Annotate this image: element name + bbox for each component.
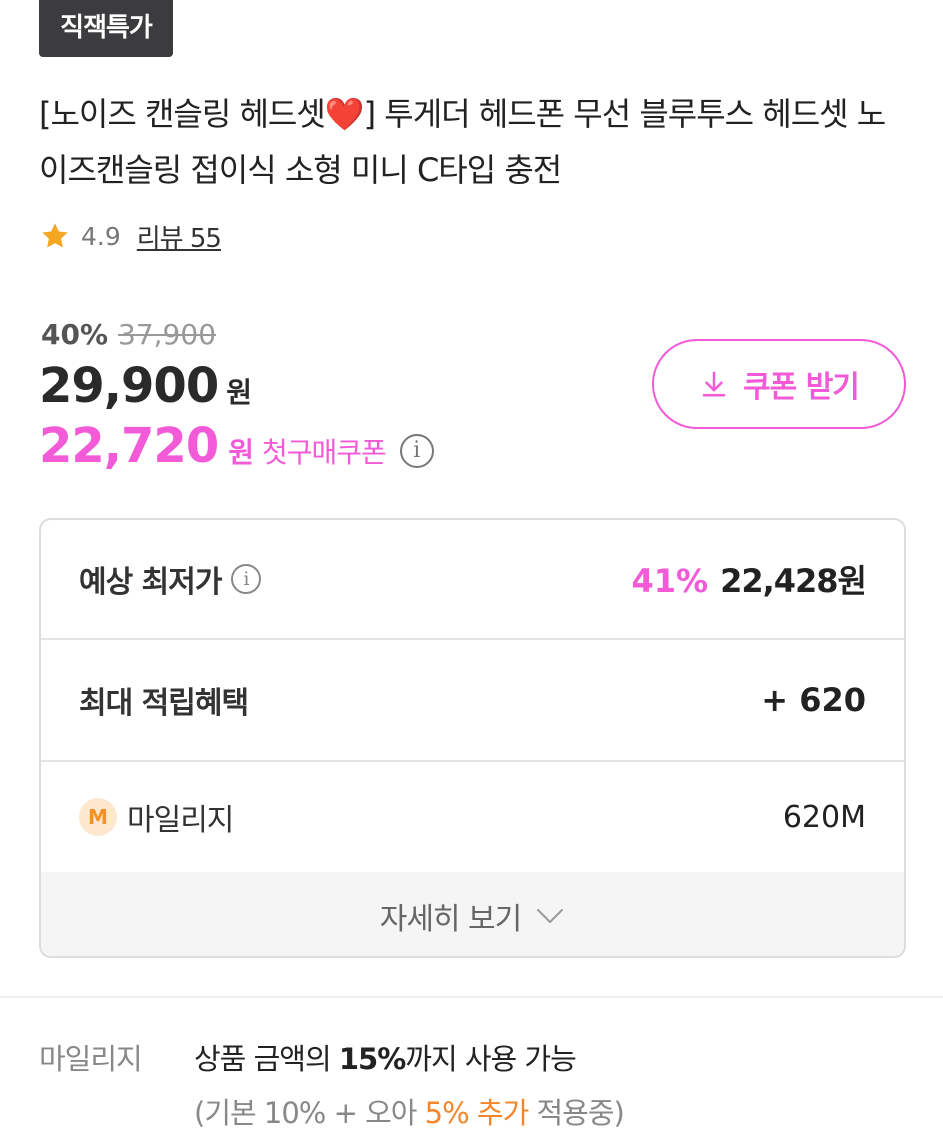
rating-score: 4.9 xyxy=(81,221,121,251)
original-price: 37,900 xyxy=(118,318,217,351)
see-more-row[interactable]: 자세히 보기 xyxy=(41,872,904,956)
star-icon xyxy=(42,223,68,248)
title-prefix: [노이즈 캔슬링 헤드셋 xyxy=(39,95,326,133)
discount-rate: 40% xyxy=(41,318,109,351)
info-icon[interactable]: i xyxy=(399,434,434,468)
lowest-price-value: 22,428원 xyxy=(720,562,867,600)
lowest-discount-pct: 41% xyxy=(631,562,709,600)
discount-row: 40% 37,900 xyxy=(41,318,216,351)
max-points-row: 최대 적립혜택 + 620 xyxy=(41,640,904,762)
current-price: 29,900 xyxy=(39,358,219,414)
max-points-label: 최대 적립혜택 xyxy=(79,686,249,721)
coupon-currency: 원 xyxy=(228,436,254,469)
coupon-price-row: 22,720 원 첫구매쿠폰 i xyxy=(39,418,434,474)
mileage-label: 마일리지 xyxy=(127,803,234,838)
price-currency: 원 xyxy=(226,376,252,409)
mileage-rate-text: (기본 10% + 오아 5% 추가 적용중) xyxy=(194,1096,625,1130)
first-purchase-coupon-label: 첫구매쿠폰 xyxy=(262,436,387,469)
mileage-row: M 마일리지 620M xyxy=(41,762,904,872)
download-icon xyxy=(702,371,726,397)
see-more-button[interactable]: 자세히 보기 xyxy=(380,894,566,938)
lowest-price-label: 예상 최저가 xyxy=(79,565,222,600)
mileage-info-label: 마일리지 xyxy=(39,1042,143,1076)
max-points-value: + 620 xyxy=(761,681,866,719)
product-title: [노이즈 캔슬링 헤드셋❤️] 투게더 헤드폰 무선 블루투스 헤드셋 노이즈캔… xyxy=(39,86,909,198)
see-more-label: 자세히 보기 xyxy=(379,902,523,937)
benefit-box: 예상 최저가 i 41% 22,428원 최대 적립혜택 + 620 M 마일리… xyxy=(39,518,906,958)
special-deal-badge: 직잭특가 xyxy=(39,0,173,57)
mileage-usage-text: 상품 금액의 15%까지 사용 가능 xyxy=(194,1042,577,1076)
mileage-value: 620M xyxy=(782,799,866,835)
rating-row: 4.9 리뷰 55 xyxy=(39,216,222,256)
price-row: 29,900 원 xyxy=(39,358,252,414)
product-detail-page: 직잭특가 [노이즈 캔슬링 헤드셋❤️] 투게더 헤드폰 무선 블루투스 헤드셋… xyxy=(0,0,943,1148)
section-divider xyxy=(0,996,943,998)
get-coupon-button[interactable]: 쿠폰 받기 xyxy=(652,339,906,429)
heart-icon: ❤️ xyxy=(324,95,365,133)
coupon-price: 22,720 xyxy=(39,418,219,474)
get-coupon-label: 쿠폰 받기 xyxy=(743,370,860,405)
info-icon[interactable]: i xyxy=(231,564,262,594)
chevron-down-icon xyxy=(537,909,564,923)
lowest-price-row: 예상 최저가 i 41% 22,428원 xyxy=(41,520,904,640)
review-count-link[interactable]: 리뷰 55 xyxy=(137,218,222,255)
mileage-icon: M xyxy=(79,798,117,836)
